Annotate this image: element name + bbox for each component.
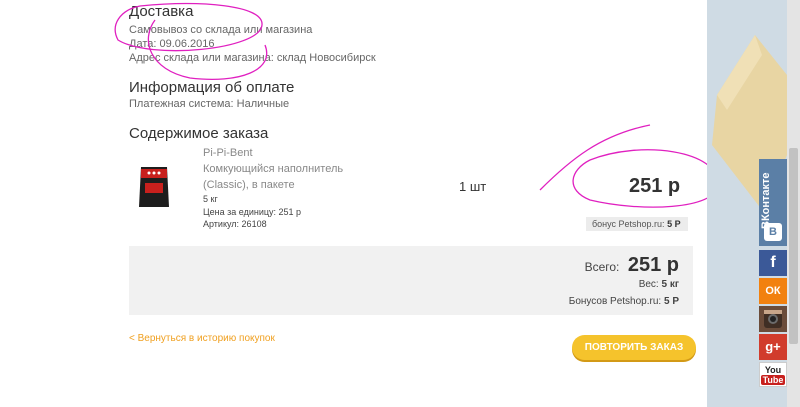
- vk-share-button[interactable]: ВКонтакте B: [759, 159, 787, 246]
- annotation-circle-delivery: [114, 3, 263, 52]
- instagram-button[interactable]: [759, 306, 787, 332]
- facebook-share-button[interactable]: f: [759, 250, 787, 276]
- annotation-circle-price: [572, 149, 719, 208]
- youtube-label-top: You: [764, 365, 782, 375]
- instagram-icon: [764, 310, 782, 328]
- vk-logo-icon: B: [764, 223, 782, 241]
- annotation-loop-date: [147, 19, 268, 80]
- odnoklassniki-share-button[interactable]: ОК: [759, 278, 787, 304]
- youtube-label-bottom: Tube: [760, 375, 786, 385]
- youtube-button[interactable]: You Tube: [759, 362, 787, 387]
- vk-label: ВКонтакте: [760, 172, 772, 229]
- handwritten-annotations: [114, 3, 719, 208]
- google-plus-share-button[interactable]: g+: [759, 334, 787, 360]
- scrollbar-thumb[interactable]: [789, 148, 798, 344]
